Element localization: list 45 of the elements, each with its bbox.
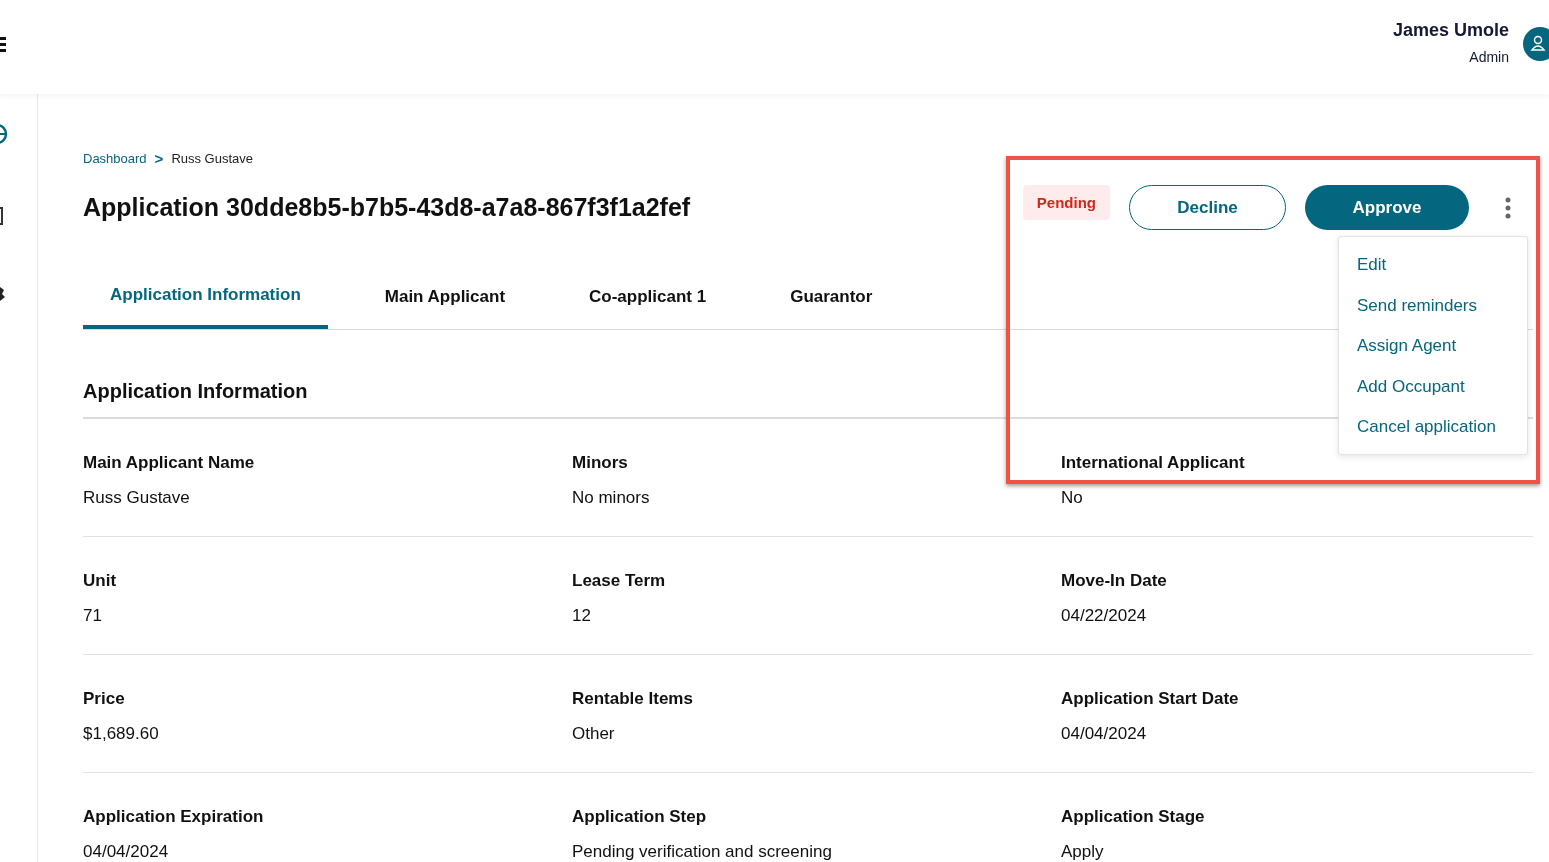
- menu-icon[interactable]: [0, 36, 6, 52]
- field-value: No minors: [572, 488, 651, 508]
- breadcrumb-separator: >: [154, 150, 164, 167]
- field-label: Minors: [572, 453, 629, 473]
- field-label: Application Start Date: [1061, 689, 1240, 709]
- more-icon[interactable]: [1505, 196, 1511, 219]
- tab[interactable]: Guarantor: [763, 277, 900, 329]
- field-value: 12: [572, 606, 592, 626]
- field-label: Application Stage: [1061, 807, 1206, 827]
- field-value: 04/04/2024: [83, 842, 170, 862]
- field-value: 04/22/2024: [1061, 606, 1148, 626]
- tab[interactable]: Co-applicant 1: [562, 277, 734, 329]
- field-value: Pending verification and screening: [572, 842, 833, 862]
- field-label: Lease Term: [572, 571, 667, 591]
- tab[interactable]: Application Information: [83, 277, 328, 329]
- field-label: Rentable Items: [572, 689, 694, 709]
- field-label: Price: [83, 689, 126, 709]
- status-badge: Pending: [1022, 185, 1110, 220]
- menu-item[interactable]: Assign Agent: [1339, 326, 1527, 367]
- breadcrumb-current-page: Russ Gustave: [171, 151, 254, 166]
- field-label: Unit: [83, 571, 118, 591]
- breadcrumb-link[interactable]: Dashboard: [83, 151, 147, 166]
- tab[interactable]: Main Applicant: [357, 277, 533, 329]
- approve-button[interactable]: Approve: [1305, 185, 1469, 230]
- field-label: Move-In Date: [1061, 571, 1168, 591]
- field-label: International Applicant: [1061, 453, 1246, 473]
- menu-item[interactable]: Cancel application: [1339, 407, 1527, 448]
- field-label: Application Step: [572, 807, 708, 827]
- avatar-icon[interactable]: [1523, 27, 1549, 61]
- field-value: 71: [83, 606, 103, 626]
- field-value: $1,689.60: [83, 724, 160, 744]
- decline-button[interactable]: Decline: [1129, 185, 1286, 230]
- user-role: Admin: [1469, 48, 1509, 65]
- field-value: 04/04/2024: [1061, 724, 1148, 744]
- user-name: James Umole: [1392, 19, 1509, 41]
- menu-item[interactable]: Send reminders: [1339, 285, 1527, 327]
- page-title: Application 30dde8b5-b7b5-43d8-a7a8-867f3f1a2fef: [83, 193, 691, 222]
- field-value: Russ Gustave: [83, 488, 191, 508]
- field-value: No: [1061, 488, 1084, 508]
- field-value: Other: [572, 724, 616, 744]
- field-label: Main Applicant Name: [83, 453, 256, 473]
- menu-item[interactable]: Edit: [1339, 245, 1527, 286]
- field-value: Apply: [1061, 842, 1105, 862]
- menu-item[interactable]: Add Occupant: [1339, 366, 1527, 408]
- field-label: Application Expiration: [83, 807, 265, 827]
